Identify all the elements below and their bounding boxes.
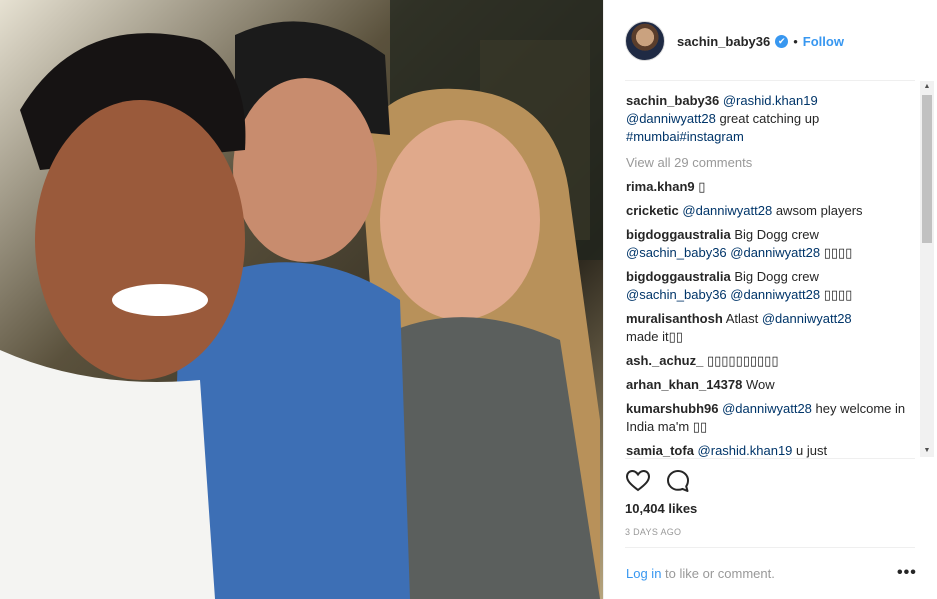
comment-mention[interactable]: @rashid.khan19: [698, 443, 793, 458]
comment-item: bigdoggaustralia Big Dogg crew @sachin_b…: [626, 268, 918, 304]
caption-mention[interactable]: @danniwyatt28: [626, 111, 716, 126]
comment-text: ▯: [698, 179, 706, 194]
comment-mention[interactable]: @danniwyatt28: [682, 203, 772, 218]
comment-item: rima.khan9 ▯: [626, 178, 918, 196]
comment-item: kumarshubh96 @danniwyatt28 hey welcome i…: [626, 400, 918, 436]
post-actions: [625, 466, 705, 496]
comment-mention[interactable]: @sachin_baby36 @danniwyatt28: [626, 245, 820, 260]
caption-mention[interactable]: @rashid.khan19: [723, 93, 818, 108]
heart-icon[interactable]: [625, 468, 651, 494]
comment-username[interactable]: arhan_khan_14378: [626, 377, 742, 392]
comments-scrollbar[interactable]: ▲ ▼: [920, 81, 934, 457]
comment-text: Big Dogg crew: [734, 269, 819, 284]
post-header: sachin_baby36 ✔ • Follow: [625, 18, 915, 64]
post-photo[interactable]: [0, 0, 603, 599]
header-separator: •: [793, 33, 798, 49]
login-link[interactable]: Log in: [626, 566, 661, 581]
selfie-image: [0, 0, 603, 599]
comment-text: awsom players: [775, 203, 863, 218]
caption-hashtags[interactable]: #mumbai#instagram: [626, 129, 744, 144]
comment-username[interactable]: samia_tofa: [626, 443, 694, 458]
likes-count[interactable]: 10,404 likes: [625, 501, 697, 516]
post-caption: sachin_baby36 @rashid.khan19 @danniwyatt…: [626, 92, 918, 146]
more-options-icon[interactable]: •••: [897, 564, 917, 582]
comment-text: ▯▯▯▯: [823, 245, 853, 260]
post-username[interactable]: sachin_baby36: [677, 34, 770, 49]
comment-username[interactable]: muralisanthosh: [626, 311, 723, 326]
post-timestamp: 3 DAYS AGO: [625, 527, 682, 537]
caption-username[interactable]: sachin_baby36: [626, 93, 719, 108]
comment-mention[interactable]: @danniwyatt28: [722, 401, 812, 416]
comment-text: ▯▯▯▯: [823, 287, 853, 302]
comments-divider: [625, 458, 915, 459]
comment-text: Atlast: [725, 311, 759, 326]
header-divider: [625, 80, 915, 81]
comment-item: muralisanthosh Atlast @danniwyatt28 made…: [626, 310, 918, 346]
scroll-up-arrow-icon[interactable]: ▲: [920, 81, 934, 93]
comment-text: Wow: [745, 377, 775, 392]
view-all-comments-link[interactable]: View all 29 comments: [626, 154, 918, 172]
caption-text: great catching up: [719, 111, 820, 126]
comment-item: ash._achuz_ ▯▯▯▯▯▯▯▯▯▯: [626, 352, 918, 370]
comment-text: Big Dogg crew: [734, 227, 819, 242]
comment-username[interactable]: rima.khan9: [626, 179, 695, 194]
comment-icon[interactable]: [665, 468, 691, 494]
comment-username[interactable]: cricketic: [626, 203, 679, 218]
comment-text: ▯▯▯▯▯▯▯▯▯▯: [706, 353, 779, 368]
comments-list[interactable]: sachin_baby36 @rashid.khan19 @danniwyatt…: [626, 92, 918, 458]
scroll-down-arrow-icon[interactable]: ▼: [920, 445, 934, 457]
comment-text: made it▯▯: [626, 329, 683, 344]
comment-item: samia_tofa @rashid.khan19 u just: [626, 442, 918, 458]
comment-username[interactable]: bigdoggaustralia: [626, 227, 731, 242]
comment-username[interactable]: bigdoggaustralia: [626, 269, 731, 284]
comment-mention[interactable]: @danniwyatt28: [762, 311, 852, 326]
verified-badge-icon: ✔: [775, 34, 789, 48]
comment-text: u just: [796, 443, 828, 458]
comment-mention[interactable]: @sachin_baby36 @danniwyatt28: [626, 287, 820, 302]
scrollbar-thumb[interactable]: [922, 95, 932, 243]
login-prompt: Log in to like or comment.: [626, 566, 775, 581]
comment-item: bigdoggaustralia Big Dogg crew @sachin_b…: [626, 226, 918, 262]
comment-username[interactable]: ash._achuz_: [626, 353, 703, 368]
login-prompt-text: to like or comment.: [665, 566, 775, 581]
comment-username[interactable]: kumarshubh96: [626, 401, 718, 416]
comment-item: cricketic @danniwyatt28 awsom players: [626, 202, 918, 220]
follow-button[interactable]: Follow: [803, 34, 844, 49]
avatar[interactable]: [625, 21, 665, 61]
comment-item: arhan_khan_14378 Wow: [626, 376, 918, 394]
footer-divider: [625, 547, 915, 548]
